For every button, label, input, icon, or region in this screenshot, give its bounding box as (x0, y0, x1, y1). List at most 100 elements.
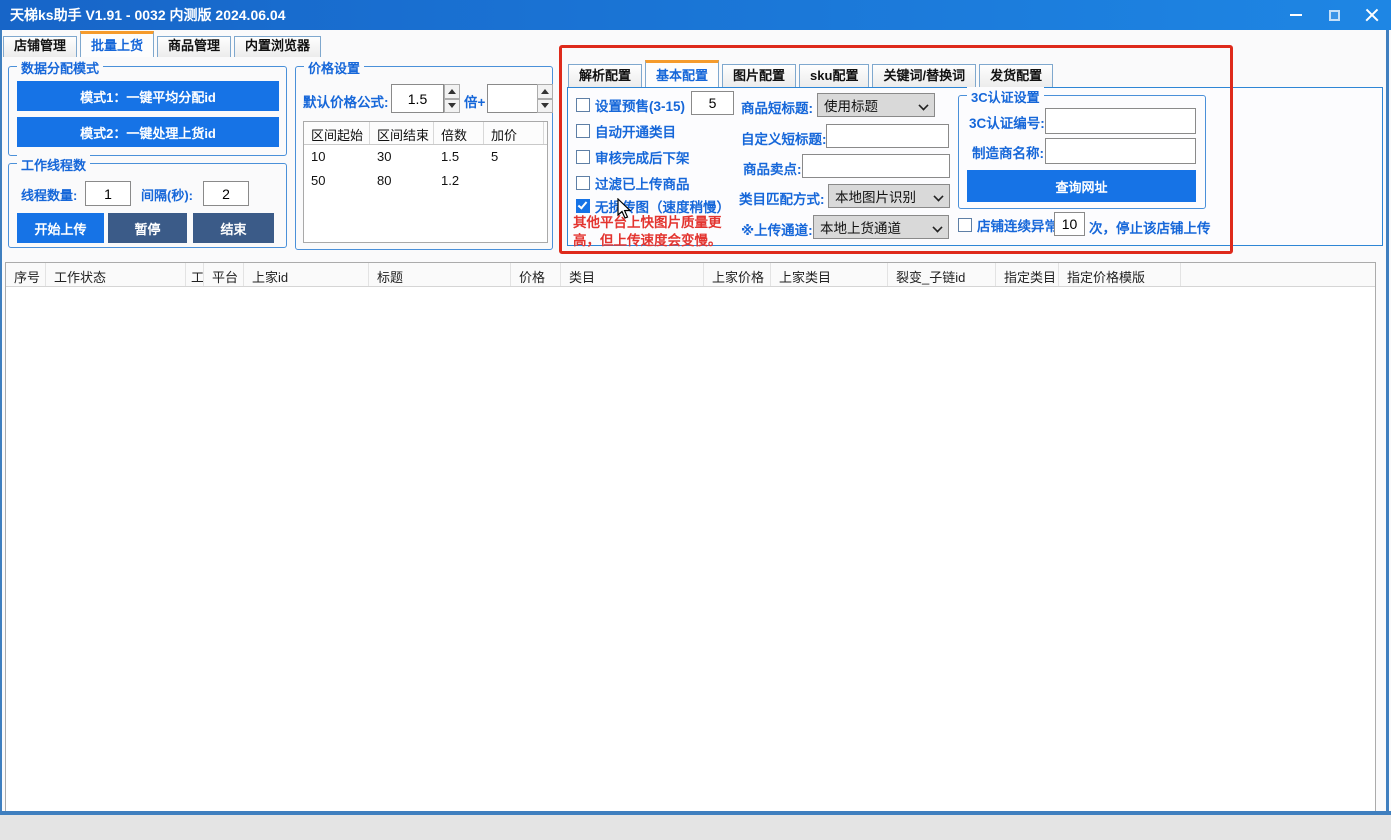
presale-checkbox[interactable] (576, 98, 590, 112)
auto-category-checkbox[interactable] (576, 124, 590, 138)
upload-channel-label: ※上传通道: (741, 219, 813, 239)
custom-short-title-label: 自定义短标题: (741, 128, 827, 148)
shop-abnormal-label: 店铺连续异常 (977, 215, 1058, 235)
cert-no-input[interactable] (1045, 108, 1196, 134)
thread-count-input[interactable] (85, 181, 131, 206)
offshelf-after-review-row[interactable]: 审核完成后下架 (576, 147, 690, 167)
close-button[interactable] (1353, 0, 1391, 30)
tab-shop-manage[interactable]: 店铺管理 (3, 36, 77, 57)
formula-spin-up[interactable] (444, 84, 460, 99)
title-bar: 天梯ks助手 V1.91 - 0032 内测版 2024.06.04 (0, 0, 1391, 30)
cell-multiplier: 1.2 (434, 169, 484, 193)
pause-button[interactable]: 暂停 (108, 213, 187, 243)
col-assigned-category[interactable]: 指定类目 (996, 263, 1059, 286)
plus-input[interactable] (487, 84, 538, 113)
window-border-right (1386, 30, 1389, 814)
price-col-header[interactable]: 倍数 (434, 122, 484, 144)
auto-category-label: 自动开通类目 (595, 121, 676, 141)
category-match-label: 类目匹配方式: (739, 188, 825, 208)
category-match-select[interactable]: 本地图片识别 (828, 184, 950, 208)
col-seq[interactable]: 序号 (6, 263, 46, 286)
price-col-header[interactable]: 区间起始 (304, 122, 370, 144)
query-url-button[interactable]: 查询网址 (967, 170, 1196, 202)
offshelf-checkbox[interactable] (576, 150, 590, 164)
col-assigned-price-template[interactable]: 指定价格模版 (1059, 263, 1181, 286)
formula-input[interactable] (391, 84, 444, 113)
formula-spin-down[interactable] (444, 99, 460, 114)
tab-batch-upload[interactable]: 批量上货 (80, 31, 154, 57)
up-arrow-icon (541, 89, 549, 94)
col-work-status[interactable]: 工作状态 (46, 263, 186, 286)
window-border-left (0, 30, 2, 814)
col-work-truncated[interactable]: 工 (186, 263, 204, 286)
offshelf-label: 审核完成后下架 (595, 147, 690, 167)
thread-count-label: 线程数量: (21, 185, 77, 204)
close-icon (1365, 8, 1379, 22)
maximize-icon (1329, 10, 1340, 21)
interval-input[interactable] (203, 181, 249, 206)
chevron-down-icon (919, 101, 927, 109)
shop-abnormal-count-input[interactable] (1054, 212, 1085, 236)
thread-group-title: 工作线程数 (17, 155, 90, 174)
minimize-icon (1290, 14, 1302, 16)
presale-checkbox-row[interactable]: 设置预售(3-15) (576, 95, 685, 115)
cell-addition (484, 169, 544, 193)
up-arrow-icon (448, 89, 456, 94)
presale-days-input[interactable] (691, 91, 734, 115)
upload-table-body (6, 287, 1375, 813)
start-upload-button[interactable]: 开始上传 (17, 213, 104, 243)
plus-spin-down[interactable] (537, 99, 553, 114)
price-table-row[interactable]: 10 30 1.5 5 (304, 145, 547, 169)
col-platform[interactable]: 平台 (204, 263, 244, 286)
col-source-price[interactable]: 上家价格 (704, 263, 771, 286)
upload-table-header: 序号 工作状态 工 平台 上家id 标题 价格 类目 上家价格 上家类目 裂变_… (6, 263, 1375, 287)
col-price[interactable]: 价格 (511, 263, 561, 286)
selling-point-input[interactable] (802, 154, 950, 178)
tab-parse-config[interactable]: 解析配置 (568, 64, 642, 87)
price-table-row[interactable]: 50 80 1.2 (304, 169, 547, 193)
col-category[interactable]: 类目 (561, 263, 704, 286)
window-controls (1277, 0, 1391, 30)
upload-channel-select[interactable]: 本地上货通道 (813, 215, 949, 239)
tab-sku-config[interactable]: sku配置 (799, 64, 869, 87)
mode1-button[interactable]: 模式1：一键平均分配id (17, 81, 279, 111)
tab-keyword-replace[interactable]: 关键词/替换词 (872, 64, 976, 87)
mode2-button[interactable]: 模式2：一键处理上货id (17, 117, 279, 147)
stop-button[interactable]: 结束 (193, 213, 274, 243)
tab-delivery-config[interactable]: 发货配置 (979, 64, 1053, 87)
cert-group-title: 3C认证设置 (967, 87, 1044, 106)
maximize-button[interactable] (1315, 0, 1353, 30)
col-source-id[interactable]: 上家id (244, 263, 369, 286)
presale-label: 设置预售(3-15) (595, 95, 685, 115)
short-title-value: 使用标题 (824, 95, 878, 115)
auto-category-row[interactable]: 自动开通类目 (576, 121, 676, 141)
shop-abnormal-checkbox[interactable] (958, 218, 972, 232)
plus-spin-up[interactable] (537, 84, 553, 99)
col-source-category[interactable]: 上家类目 (771, 263, 888, 286)
down-arrow-icon (541, 103, 549, 108)
tab-image-config[interactable]: 图片配置 (722, 64, 796, 87)
minimize-button[interactable] (1277, 0, 1315, 30)
col-title[interactable]: 标题 (369, 263, 511, 286)
tab-basic-config[interactable]: 基本配置 (645, 60, 719, 87)
formula-label: 默认价格公式: (303, 91, 389, 111)
price-group-title: 价格设置 (304, 58, 364, 77)
custom-short-title-input[interactable] (826, 124, 949, 148)
col-filler (1181, 263, 1375, 286)
price-col-header[interactable]: 区间结束 (370, 122, 434, 144)
short-title-select[interactable]: 使用标题 (817, 93, 935, 117)
shop-abnormal-row[interactable]: 店铺连续异常 (958, 215, 1058, 235)
tab-product-manage[interactable]: 商品管理 (157, 36, 231, 57)
desktop-background (0, 815, 1391, 840)
filter-uploaded-checkbox[interactable] (576, 176, 590, 190)
data-mode-group: 数据分配模式 模式1：一键平均分配id 模式2：一键处理上货id (8, 66, 287, 156)
tab-builtin-browser[interactable]: 内置浏览器 (234, 36, 321, 57)
manufacturer-input[interactable] (1045, 138, 1196, 164)
thread-group: 工作线程数 线程数量: 间隔(秒): 开始上传 暂停 结束 (8, 163, 287, 248)
col-fission-sublink-id[interactable]: 裂变_子链id (888, 263, 996, 286)
main-tabstrip: 店铺管理 批量上货 商品管理 内置浏览器 (3, 30, 321, 57)
short-title-label: 商品短标题: (741, 97, 813, 117)
filter-uploaded-row[interactable]: 过滤已上传商品 (576, 173, 690, 193)
price-col-header[interactable]: 加价 (484, 122, 544, 144)
chevron-down-icon (934, 192, 942, 200)
